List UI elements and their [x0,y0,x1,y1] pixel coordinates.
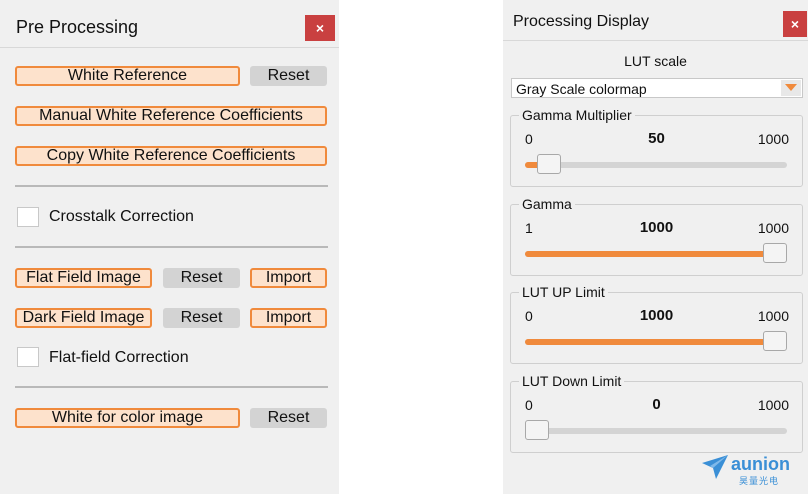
lut-scale-label: LUT scale [624,53,687,69]
white-for-color-image-button[interactable]: White for color image [15,408,240,428]
manual-white-reference-coefficients-button[interactable]: Manual White Reference Coefficients [15,106,327,126]
separator [15,386,328,388]
slider-handle[interactable] [525,420,549,440]
logo-wordmark: aunion [731,454,790,474]
dark-field-import-button[interactable]: Import [250,308,327,328]
slider-max: 1000 [757,220,789,236]
processing-display-panel: Processing Display × LUT scale Gray Scal… [503,0,808,494]
lut-up-limit-slider[interactable] [525,331,787,351]
slider-handle[interactable] [763,331,787,351]
slider-title: Gamma [519,196,575,212]
copy-white-reference-coefficients-button[interactable]: Copy White Reference Coefficients [15,146,327,166]
aunion-logo: aunion 昊量光电 [701,452,801,488]
colormap-select[interactable]: Gray Scale colormap [511,78,803,98]
close-icon: × [790,16,800,32]
processing-display-title: Processing Display [513,13,650,30]
pre-processing-close-button[interactable]: × [305,15,335,41]
flat-field-image-button[interactable]: Flat Field Image [15,268,152,288]
dark-field-image-button[interactable]: Dark Field Image [15,308,152,328]
gamma-multiplier-group: Gamma Multiplier 0 50 1000 [510,107,803,187]
flat-field-correction-checkbox[interactable] [17,347,39,367]
slider-title: Gamma Multiplier [519,107,635,123]
flat-field-correction-label: Flat-field Correction [49,349,189,366]
colormap-selected-value: Gray Scale colormap [516,81,647,97]
slider-handle[interactable] [536,154,561,174]
crosstalk-correction-label: Crosstalk Correction [49,208,194,225]
slider-max: 1000 [757,308,789,324]
lut-down-limit-group: LUT Down Limit 0 0 1000 [510,373,803,453]
flat-field-import-button[interactable]: Import [250,268,327,288]
dark-field-reset-button[interactable]: Reset [163,308,240,328]
slider-title: LUT Down Limit [519,373,625,389]
separator [15,246,328,248]
gamma-group: Gamma 1 1000 1000 [510,196,803,276]
logo-subtitle: 昊量光电 [739,476,780,486]
slider-title: LUT UP Limit [519,284,608,300]
slider-max: 1000 [757,397,789,413]
slider-fill [525,339,775,345]
title-divider [0,47,339,48]
slider-handle[interactable] [763,243,787,263]
chevron-down-icon[interactable] [781,80,801,96]
white-reference-reset-button[interactable]: Reset [250,66,327,86]
slider-fill [525,251,775,257]
white-for-color-reset-button[interactable]: Reset [250,408,327,428]
pre-processing-title: Pre Processing [16,17,139,37]
gamma-slider[interactable] [525,243,787,263]
slider-max: 1000 [757,131,789,147]
pre-processing-panel: Pre Processing × White Reference Reset M… [0,0,339,494]
lut-down-limit-slider[interactable] [525,420,787,440]
white-reference-button[interactable]: White Reference [15,66,240,86]
close-icon: × [315,20,325,36]
gamma-multiplier-slider[interactable] [525,154,787,174]
paper-plane-logo-icon [702,455,728,479]
crosstalk-correction-checkbox[interactable] [17,207,39,227]
flat-field-reset-button[interactable]: Reset [163,268,240,288]
title-divider [503,40,808,41]
processing-display-close-button[interactable]: × [783,11,807,37]
separator [15,185,328,187]
lut-up-limit-group: LUT UP Limit 0 1000 1000 [510,284,803,364]
